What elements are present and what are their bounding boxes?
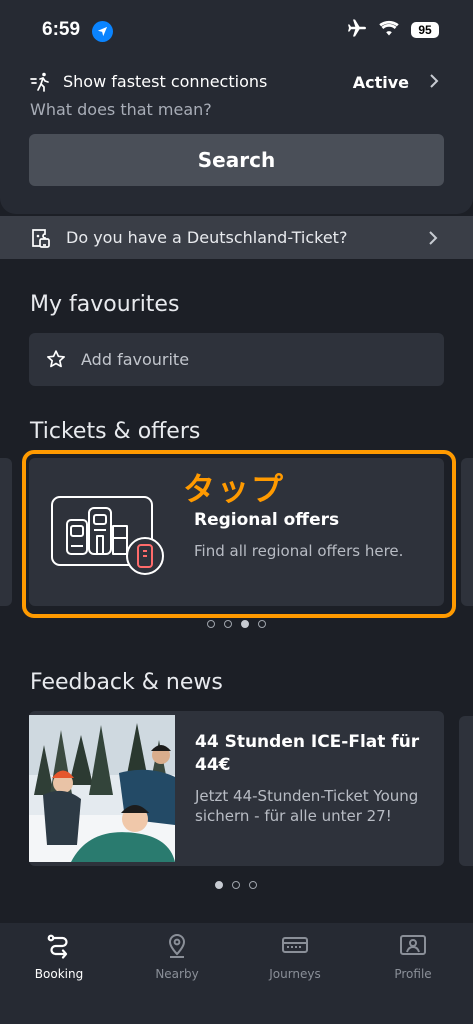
news-card-description: Jetzt 44-Stunden-Ticket Young sichern - … — [195, 787, 419, 825]
news-photo — [29, 715, 175, 862]
profile-card-icon — [354, 933, 472, 957]
news-card-title: 44 Stunden ICE-Flat für 44€ — [195, 732, 420, 775]
star-icon — [46, 349, 66, 373]
offers-pager[interactable] — [207, 620, 266, 628]
tab-profile-label: Profile — [394, 967, 432, 981]
what-does-that-mean-link[interactable]: What does that mean? — [30, 100, 212, 119]
pager-dot[interactable] — [249, 881, 257, 889]
location-pin-icon — [118, 933, 236, 959]
news-pager[interactable] — [215, 881, 257, 889]
tab-nearby[interactable]: Nearby — [118, 923, 236, 1024]
news-card[interactable]: 44 Stunden ICE-Flat für 44€ Jetzt 44-Stu… — [29, 711, 444, 866]
tab-journeys[interactable]: Journeys — [236, 923, 354, 1024]
tab-booking-label: Booking — [34, 967, 84, 981]
fastest-connections-label: Show fastest connections — [63, 72, 268, 91]
fastest-connections-row[interactable]: Show fastest connections Active — [30, 71, 445, 93]
pager-dot[interactable] — [224, 620, 232, 628]
tab-nearby-label: Nearby — [155, 967, 199, 981]
ticket-icon — [236, 933, 354, 957]
status-indicators: 95 — [347, 19, 439, 41]
pager-dot-active[interactable] — [241, 620, 249, 628]
tab-journeys-label: Journeys — [269, 967, 321, 981]
next-news-card[interactable] — [459, 716, 473, 866]
search-button[interactable]: Search — [29, 134, 444, 186]
tickets-offers-title: Tickets & offers — [30, 419, 201, 444]
favourites-title: My favourites — [30, 292, 180, 317]
next-offer-card[interactable] — [461, 458, 473, 606]
fastest-connections-status: Active — [352, 73, 409, 92]
tap-annotation: タップ — [183, 470, 286, 508]
tab-profile[interactable]: Profile — [354, 923, 472, 1024]
tab-booking[interactable]: Booking — [0, 923, 118, 1024]
pager-dot[interactable] — [232, 881, 240, 889]
battery-indicator: 95 — [411, 22, 439, 38]
wifi-icon — [379, 20, 399, 40]
feedback-news-title: Feedback & news — [30, 670, 223, 695]
previous-offer-card[interactable] — [0, 458, 12, 606]
airplane-icon — [347, 19, 367, 41]
bottom-tab-bar: Booking Nearby Journeys Profile — [0, 923, 473, 1024]
pager-dot[interactable] — [258, 620, 266, 628]
add-favourite-label: Add favourite — [81, 350, 190, 369]
deutschland-ticket-banner[interactable]: Do you have a Deutschland-Ticket? — [0, 216, 473, 259]
status-bar: 6:59 95 — [0, 0, 473, 60]
add-favourite-button[interactable]: Add favourite — [29, 333, 444, 386]
pager-dot-active[interactable] — [215, 881, 223, 889]
deutschland-ticket-label: Do you have a Deutschland-Ticket? — [66, 228, 348, 247]
status-time: 6:59 — [42, 19, 81, 40]
location-arrow-icon — [92, 21, 113, 42]
running-person-icon — [30, 72, 52, 96]
deutschland-ticket-icon — [30, 227, 52, 253]
pager-dot[interactable] — [207, 620, 215, 628]
booking-icon — [0, 933, 118, 959]
chevron-right-icon — [428, 230, 438, 250]
chevron-right-icon — [429, 73, 439, 93]
